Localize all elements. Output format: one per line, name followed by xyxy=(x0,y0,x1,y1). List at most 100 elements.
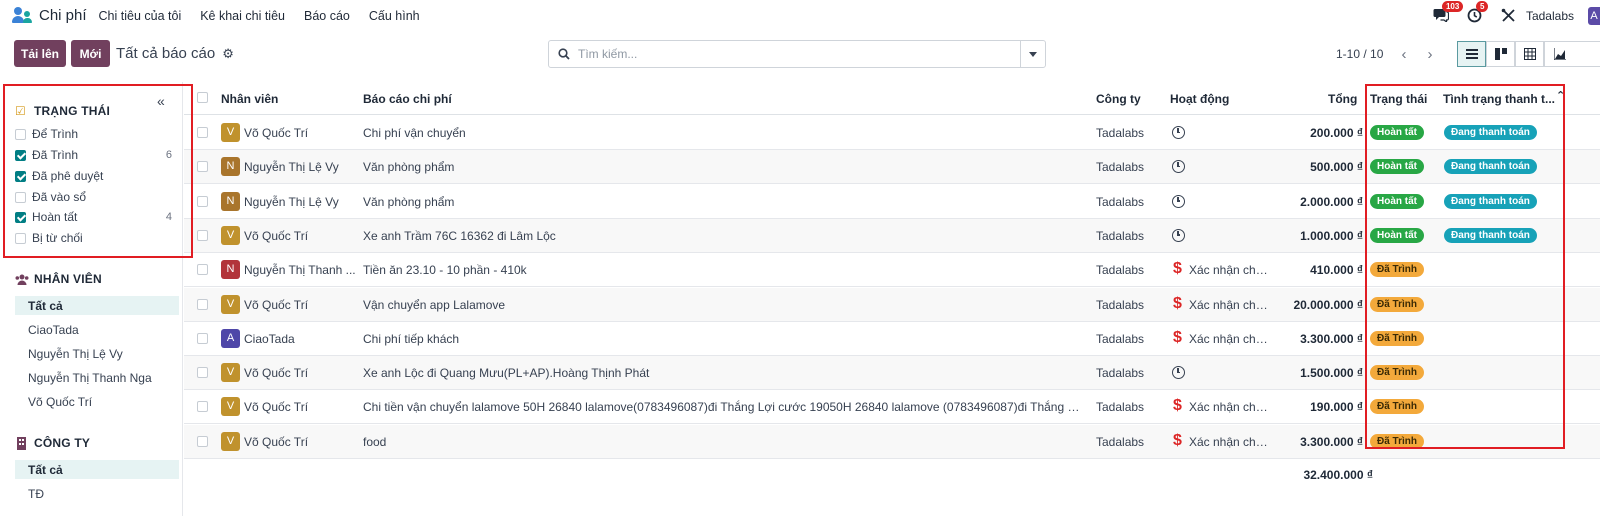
employee-avatar: V xyxy=(221,123,240,142)
messaging-icon[interactable]: 103 xyxy=(1433,0,1464,24)
employee-name: Võ Quốc Trí xyxy=(244,400,309,415)
tools-icon[interactable] xyxy=(1501,8,1519,24)
filter-status-draft[interactable]: Để Trình xyxy=(15,124,177,144)
dollar-icon[interactable]: $ xyxy=(1173,295,1182,313)
activity-clock-icon[interactable]: 5 xyxy=(1467,0,1489,24)
filter-status-posted[interactable]: Đã vào sổ xyxy=(15,187,177,207)
list-view-icon xyxy=(1465,49,1478,59)
column-employee[interactable]: Nhân viên xyxy=(221,92,278,106)
upload-button[interactable]: Tải lên xyxy=(14,40,66,67)
employee-quoc-tri[interactable]: Võ Quốc Trí xyxy=(15,392,179,411)
state-badge: Đã Trình xyxy=(1370,330,1425,346)
activity-summary[interactable]: Xác nhận chi ... xyxy=(1189,332,1269,346)
row-checkbox[interactable] xyxy=(197,332,208,344)
table-row[interactable]: N Nguyễn Thị Lệ Vy Văn phòng phẩm Tadalabs 2… xyxy=(184,185,1600,219)
activity-clock-icon[interactable] xyxy=(1172,160,1185,174)
menu-configuration[interactable]: Cấu hình xyxy=(369,9,420,23)
activity-summary[interactable]: Xác nhận chi ... xyxy=(1189,400,1269,414)
filter-status-submitted[interactable]: Đã Trình 6 xyxy=(15,145,177,165)
column-activity[interactable]: Hoạt động xyxy=(1170,92,1229,106)
employee-all[interactable]: Tất cả xyxy=(15,296,179,315)
table-row[interactable]: V Võ Quốc Trí Chi phí vận chuyển Tadalabs 20… xyxy=(184,116,1600,150)
company-all[interactable]: Tất cả xyxy=(15,460,179,479)
row-checkbox[interactable] xyxy=(197,298,208,310)
employee-name: Võ Quốc Trí xyxy=(244,126,309,140)
row-checkbox[interactable] xyxy=(197,161,208,173)
employee-avatar: N xyxy=(221,191,240,211)
row-checkbox[interactable] xyxy=(197,229,208,241)
activity-summary[interactable]: Xác nhận chi ... xyxy=(1189,298,1269,312)
menu-my-expenses[interactable]: Chi tiêu của tôi xyxy=(99,9,182,23)
pivot-view-button[interactable] xyxy=(1515,41,1544,67)
select-all-checkbox[interactable] xyxy=(197,92,208,103)
checkbox[interactable] xyxy=(15,128,26,140)
filter-status-refused[interactable]: Bị từ chối xyxy=(15,228,177,248)
activity-clock-icon[interactable] xyxy=(1172,194,1185,208)
filter-status-approved[interactable]: Đã phê duyệt xyxy=(15,166,177,186)
checkbox[interactable] xyxy=(15,191,26,203)
filter-count: 6 xyxy=(165,149,172,161)
table-row[interactable]: N Nguyễn Thị Lệ Vy Văn phòng phẩm Tadalabs 5… xyxy=(184,150,1600,185)
activity-clock-icon[interactable] xyxy=(1172,228,1185,242)
column-payment-state[interactable]: Tình trạng thanh t... xyxy=(1443,92,1556,109)
state-badge: Đã Trình xyxy=(1370,399,1425,415)
row-checkbox[interactable] xyxy=(197,401,208,413)
collapse-panel-icon[interactable]: « xyxy=(157,93,165,109)
column-report[interactable]: Báo cáo chi phí xyxy=(363,92,452,106)
pager-value[interactable]: 1-10 / 10 xyxy=(1336,47,1383,61)
row-checkbox[interactable] xyxy=(197,367,208,379)
new-button[interactable]: Mới xyxy=(71,40,110,67)
pager-previous-button[interactable]: ‹ xyxy=(1393,42,1415,66)
activity-summary[interactable]: Xác nhận chi ... xyxy=(1189,435,1269,449)
dollar-icon[interactable]: $ xyxy=(1173,432,1182,450)
company-name: Tadalabs xyxy=(1096,194,1145,209)
graph-view-button[interactable] xyxy=(1544,41,1600,67)
dollar-icon[interactable]: $ xyxy=(1173,329,1182,347)
employee-thanh-nga[interactable]: Nguyễn Thị Thanh Nga xyxy=(15,368,179,387)
activity-clock-icon[interactable] xyxy=(1172,366,1185,380)
row-checkbox[interactable] xyxy=(197,195,208,207)
table-row[interactable]: N Nguyễn Thị Thanh ... Tiền ăn 23.10 - 10 … xyxy=(184,253,1600,288)
table-row[interactable]: V Võ Quốc Trí food Tadalabs $ Xác nhận chi ..… xyxy=(184,424,1600,459)
checkbox[interactable] xyxy=(15,232,26,244)
search-options-toggle[interactable] xyxy=(1020,41,1045,67)
checkbox[interactable] xyxy=(15,211,26,223)
table-row[interactable]: V Võ Quốc Trí Chi tiền vận chuyển lalamove… xyxy=(184,390,1600,425)
gear-icon[interactable]: ⚙ xyxy=(222,46,234,62)
company-switcher[interactable]: Tadalabs xyxy=(1526,9,1574,23)
systray: 103 5 Tadalabs A xyxy=(1433,0,1600,31)
table-row[interactable]: V Võ Quốc Trí Vận chuyển app Lalamove Tadal… xyxy=(184,287,1600,322)
company-name: Tadalabs xyxy=(1096,366,1145,381)
dollar-icon[interactable]: $ xyxy=(1173,260,1182,278)
company-name: Tadalabs xyxy=(1096,126,1145,140)
checkbox[interactable] xyxy=(15,149,26,161)
checkbox[interactable] xyxy=(15,170,26,182)
app-brand[interactable]: Chi phí xyxy=(12,6,87,25)
row-checkbox[interactable] xyxy=(197,435,208,447)
employee-le-vy[interactable]: Nguyễn Thị Lệ Vy xyxy=(15,344,179,363)
column-state[interactable]: Trạng thái xyxy=(1370,92,1427,106)
table-row[interactable]: V Võ Quốc Trí Xe anh Lộc đi Quang Mưu(PL+A… xyxy=(184,356,1600,391)
state-badge: Hoàn tất xyxy=(1370,193,1424,209)
row-checkbox[interactable] xyxy=(197,264,208,276)
company-td[interactable]: TĐ xyxy=(15,484,179,503)
row-checkbox[interactable] xyxy=(197,127,208,138)
list-view-button[interactable] xyxy=(1457,41,1486,67)
user-avatar[interactable]: A xyxy=(1588,6,1600,25)
activity-clock-icon[interactable] xyxy=(1172,126,1185,139)
table-row[interactable]: A CiaoTada Chi phí tiếp khách Tadalabs $ Xác … xyxy=(184,322,1600,356)
dollar-icon[interactable]: $ xyxy=(1173,397,1182,415)
column-company[interactable]: Công ty xyxy=(1096,92,1141,106)
employee-name: Võ Quốc Trí xyxy=(244,366,309,381)
activity-summary[interactable]: Xác nhận chi ... xyxy=(1189,263,1269,277)
table-row[interactable]: V Võ Quốc Trí Xe anh Trầm 76C 16362 đi Lâm… xyxy=(184,218,1600,253)
kanban-view-button[interactable] xyxy=(1486,41,1515,67)
pager-next-button[interactable]: › xyxy=(1419,42,1441,66)
employee-ciaotada[interactable]: CiaoTada xyxy=(15,320,179,339)
filter-status-done[interactable]: Hoàn tất 4 xyxy=(15,207,177,227)
column-total[interactable]: Tổng xyxy=(1328,92,1357,106)
menu-reporting[interactable]: Báo cáo xyxy=(304,9,350,23)
search-input[interactable] xyxy=(578,47,1018,61)
employee-name: Nguyễn Thị Lệ Vy xyxy=(244,194,339,209)
menu-expense-reports[interactable]: Kê khai chi tiêu xyxy=(200,9,285,23)
